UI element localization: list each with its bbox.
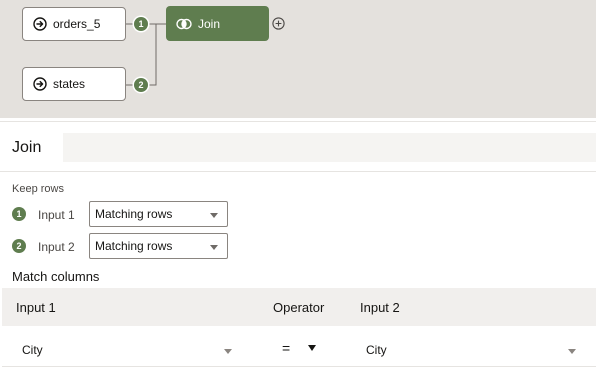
match-columns-header: Input 1 Operator Input 2 xyxy=(2,288,596,326)
node-label: orders_5 xyxy=(53,17,101,31)
header-input-1: Input 1 xyxy=(16,300,56,315)
input-badge-2: 2 xyxy=(12,239,26,253)
flow-canvas[interactable]: orders_5 states 1 2 Join xyxy=(0,0,596,118)
input-label-1: Input 1 xyxy=(38,208,75,222)
plus-circle-icon[interactable] xyxy=(272,17,285,30)
select-value: Matching rows xyxy=(95,207,173,221)
keep-rows-input-1: 1 Input 1 Matching rows xyxy=(12,201,232,227)
input-badge-1: 1 xyxy=(12,207,26,221)
chevron-down-icon xyxy=(210,213,218,218)
table-row: City = City xyxy=(2,326,596,367)
panel-divider xyxy=(0,171,596,172)
description-input[interactable] xyxy=(63,133,596,162)
panel-title: Join xyxy=(12,139,42,156)
arrow-circle-right-icon xyxy=(33,17,47,31)
join-node-label: Join xyxy=(198,16,221,31)
chevron-down-icon[interactable] xyxy=(224,349,232,354)
chevron-down-icon xyxy=(308,345,316,351)
source-node-orders[interactable]: orders_5 xyxy=(22,7,126,41)
select-value: Matching rows xyxy=(95,239,173,253)
join-input-port-1[interactable]: 1 xyxy=(134,17,148,31)
operator-value: = xyxy=(282,340,291,356)
operator-select[interactable]: = xyxy=(282,340,322,356)
match-columns-label: Match columns xyxy=(12,269,100,284)
keep-rows-label: Keep rows xyxy=(12,183,64,195)
match-column-input-2-select[interactable]: City xyxy=(366,343,387,357)
join-node[interactable]: Join xyxy=(166,6,269,41)
input-label-2: Input 2 xyxy=(38,240,75,254)
chevron-down-icon[interactable] xyxy=(568,349,576,354)
source-node-states[interactable]: states xyxy=(22,67,126,101)
header-operator: Operator xyxy=(273,300,325,315)
header-input-2: Input 2 xyxy=(360,300,400,315)
keep-rows-input-2: 2 Input 2 Matching rows xyxy=(12,233,232,259)
canvas-splitter[interactable] xyxy=(0,118,596,122)
keep-rows-select-2[interactable]: Matching rows xyxy=(89,233,228,259)
arrow-circle-right-icon xyxy=(33,77,47,91)
keep-rows-select-1[interactable]: Matching rows xyxy=(89,201,228,227)
chevron-down-icon xyxy=(210,245,218,250)
match-column-input-1-select[interactable]: City xyxy=(22,343,43,357)
join-icon xyxy=(176,17,192,31)
node-label: states xyxy=(53,77,86,91)
join-input-port-2[interactable]: 2 xyxy=(134,78,148,92)
